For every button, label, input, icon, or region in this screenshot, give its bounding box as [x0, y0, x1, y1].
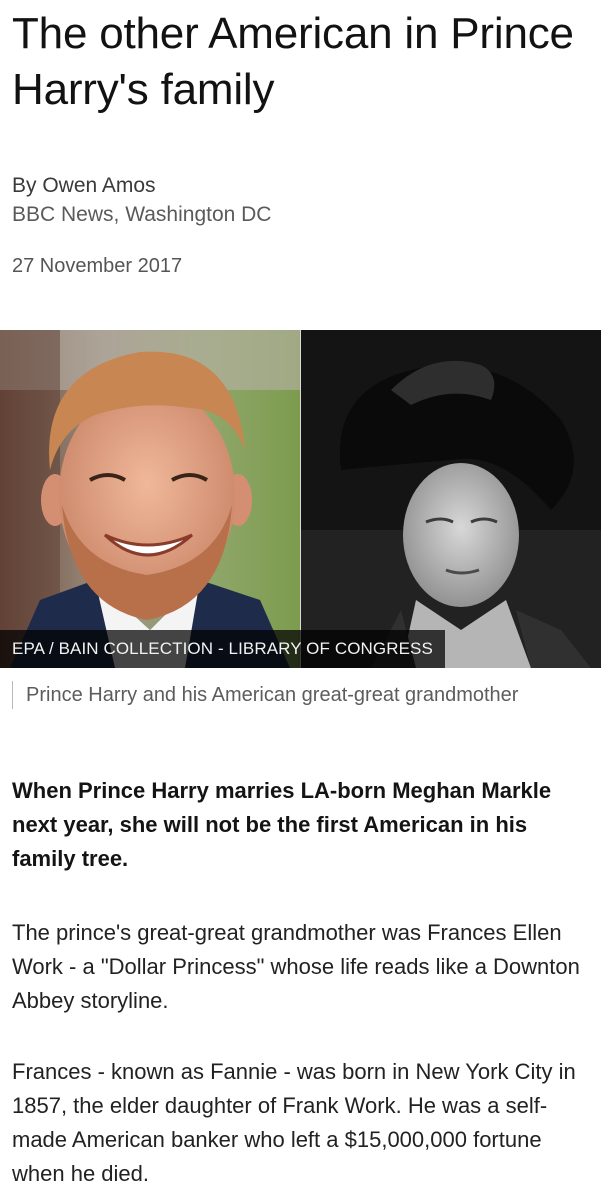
- byline: By Owen Amos BBC News, Washington DC: [12, 171, 572, 229]
- image-caption: Prince Harry and his American great-grea…: [12, 681, 526, 709]
- prince-harry-photo: [0, 330, 300, 668]
- article-headline: The other American in Prince Harry's fam…: [12, 9, 574, 114]
- publish-date: 27 November 2017: [12, 255, 183, 277]
- article-intro: When Prince Harry marries LA-born Meghan…: [12, 778, 552, 871]
- image-credit: EPA / BAIN COLLECTION - LIBRARY OF CONGR…: [0, 630, 445, 668]
- author-location: BBC News, Washington DC: [12, 203, 272, 226]
- article-image: EPA / BAIN COLLECTION - LIBRARY OF CONGR…: [0, 330, 601, 668]
- author-name[interactable]: By Owen Amos: [12, 171, 572, 200]
- frances-work-photo: [301, 330, 601, 668]
- article-paragraph: Frances - known as Fannie - was born in …: [12, 1059, 576, 1186]
- article-paragraph: The prince's great-great grandmother was…: [12, 920, 580, 1013]
